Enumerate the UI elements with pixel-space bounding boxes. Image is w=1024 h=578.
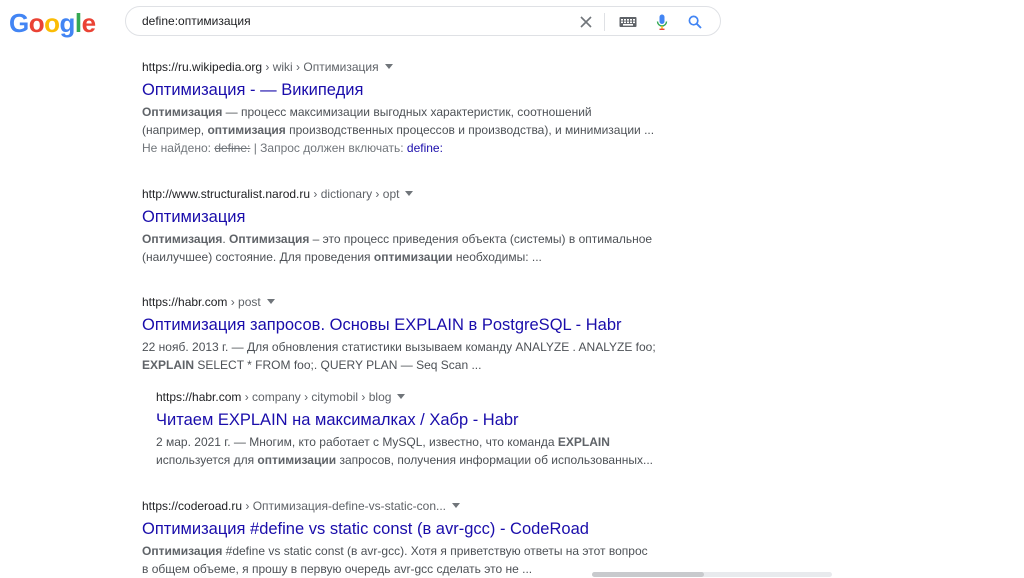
result-title-link[interactable]: Оптимизация #define vs static const (в a… xyxy=(142,518,672,540)
result-snippet: Оптимизация. Оптимизация – это процесс п… xyxy=(142,230,672,266)
snippet-text: – это процесс приведения объекта (систем… xyxy=(309,232,653,246)
missing-term: define: xyxy=(214,141,251,155)
snippet-text: 2 мар. 2021 г. — Многим, кто работает с … xyxy=(156,435,558,449)
result-breadcrumb: › dictionary › opt xyxy=(310,187,400,201)
snippet-text: 22 нояб. 2013 г. — Для обновления статис… xyxy=(142,340,656,354)
snippet-text: используется для xyxy=(156,453,258,467)
snippet-text: (например, xyxy=(142,123,208,137)
search-result: https://ru.wikipedia.org › wiki › Оптими… xyxy=(142,60,672,157)
scrollbar-thumb[interactable] xyxy=(592,572,704,577)
keyboard-icon[interactable] xyxy=(619,13,637,31)
snippet-text: SELECT * FROM foo;. QUERY PLAN — Seq Sca… xyxy=(194,358,482,372)
horizontal-scrollbar[interactable] xyxy=(592,572,832,577)
close-icon[interactable] xyxy=(577,13,595,31)
missing-label: Не найдено: xyxy=(142,141,215,155)
divider xyxy=(604,13,605,31)
logo-letter: G xyxy=(9,8,29,38)
missing-sep: | Запрос должен включать: xyxy=(250,141,407,155)
result-breadcrumb: › wiki › Оптимизация xyxy=(262,60,379,74)
result-title-link[interactable]: Оптимизация запросов. Основы EXPLAIN в P… xyxy=(142,314,672,336)
logo-letter: l xyxy=(74,8,82,38)
must-include-link[interactable]: define: xyxy=(407,141,443,155)
snippet-bold: Оптимизация xyxy=(142,105,223,119)
snippet-bold: EXPLAIN xyxy=(557,435,610,449)
logo-letter: o xyxy=(28,8,45,38)
logo-letter: g xyxy=(59,8,76,38)
google-logo[interactable]: Google xyxy=(9,8,96,38)
search-result: https://habr.com › post Оптимизация запр… xyxy=(142,295,672,374)
result-url[interactable]: https://habr.com xyxy=(156,390,241,404)
snippet-text: производственных процессов и производств… xyxy=(285,123,655,137)
result-title-link[interactable]: Оптимизация xyxy=(142,206,672,228)
missing-terms: Не найдено: define: | Запрос должен вклю… xyxy=(142,139,672,157)
search-result: https://coderoad.ru › Оптимизация-define… xyxy=(142,499,672,578)
search-icon[interactable] xyxy=(686,13,704,31)
result-breadcrumb: › company › citymobil › blog xyxy=(241,390,392,404)
search-result-indented: https://habr.com › company › citymobil ›… xyxy=(156,390,676,469)
snippet-text: необходимы: ... xyxy=(452,250,542,264)
chevron-down-icon[interactable] xyxy=(384,64,393,70)
result-url[interactable]: https://habr.com xyxy=(142,295,227,309)
snippet-bold: EXPLAIN xyxy=(142,358,195,372)
result-cite: https://coderoad.ru › Оптимизация-define… xyxy=(142,499,672,514)
search-box xyxy=(125,6,721,36)
snippet-text: (наилучшее) состояние. Для проведения xyxy=(142,250,374,264)
result-cite: https://habr.com › company › citymobil ›… xyxy=(156,390,676,405)
result-cite: https://ru.wikipedia.org › wiki › Оптими… xyxy=(142,60,672,75)
snippet-bold: Оптимизация xyxy=(229,232,310,246)
search-result: http://www.structuralist.narod.ru › dict… xyxy=(142,187,672,266)
chevron-down-icon[interactable] xyxy=(397,394,406,400)
result-cite: https://habr.com › post xyxy=(142,295,672,310)
snippet-bold: оптимизации xyxy=(257,453,337,467)
chevron-down-icon[interactable] xyxy=(405,191,414,197)
snippet-text: — процесс максимизации выгодных характер… xyxy=(222,105,592,119)
result-cite: http://www.structuralist.narod.ru › dict… xyxy=(142,187,672,202)
chevron-down-icon[interactable] xyxy=(452,503,460,509)
snippet-text: в общем объеме, я прошу в первую очередь… xyxy=(142,562,533,576)
result-breadcrumb: › post xyxy=(227,295,261,309)
chevron-down-icon[interactable] xyxy=(266,299,275,305)
search-input[interactable] xyxy=(142,12,582,30)
result-url[interactable]: https://coderoad.ru xyxy=(142,499,242,513)
result-breadcrumb: › Оптимизация-define-vs-static-con... xyxy=(242,499,446,513)
result-title-link[interactable]: Читаем EXPLAIN на максималках / Хабр - H… xyxy=(156,409,676,431)
result-snippet: 2 мар. 2021 г. — Многим, кто работает с … xyxy=(156,433,676,469)
logo-letter: e xyxy=(81,8,96,38)
result-url[interactable]: http://www.structuralist.narod.ru xyxy=(142,187,310,201)
snippet-bold: Оптимизация xyxy=(142,544,223,558)
snippet-text: #define vs static const (в avr-gcc). Хот… xyxy=(222,544,648,558)
logo-letter: o xyxy=(44,8,60,38)
snippet-bold: оптимизации xyxy=(373,250,453,264)
microphone-icon[interactable] xyxy=(653,13,671,31)
snippet-text: . xyxy=(222,232,229,246)
snippet-text: запросов, получения информации об исполь… xyxy=(336,453,653,467)
result-snippet: 22 нояб. 2013 г. — Для обновления статис… xyxy=(142,338,672,374)
result-url[interactable]: https://ru.wikipedia.org xyxy=(142,60,262,74)
result-snippet: Оптимизация — процесс максимизации выгод… xyxy=(142,103,672,139)
snippet-bold: оптимизация xyxy=(207,123,286,137)
result-title-link[interactable]: Оптимизация - — Википедия xyxy=(142,79,672,101)
snippet-bold: Оптимизация xyxy=(142,232,223,246)
